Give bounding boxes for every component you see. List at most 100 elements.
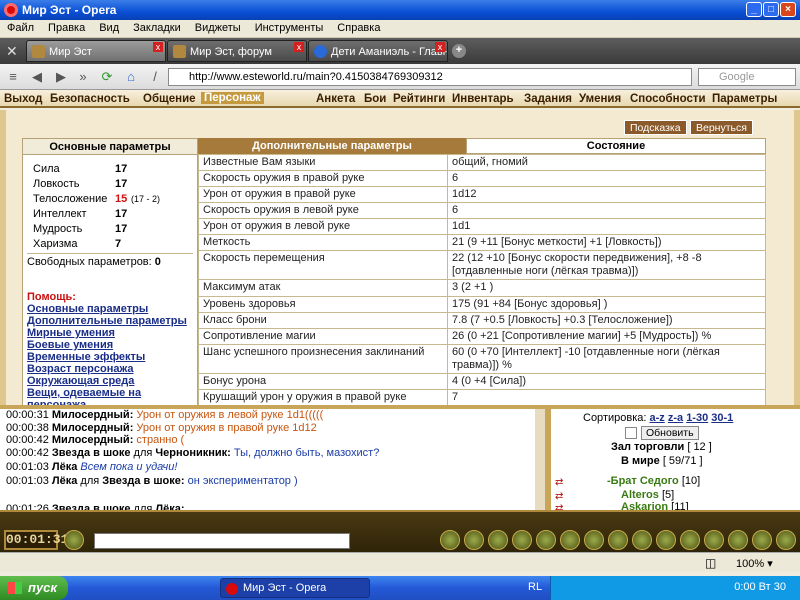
nav-security[interactable]: Безопасность <box>50 93 130 105</box>
game-action-icon[interactable] <box>704 530 724 550</box>
forward-icon[interactable]: ▶ <box>52 68 70 86</box>
game-action-icon[interactable] <box>656 530 676 550</box>
menu-help[interactable]: Справка <box>330 20 387 36</box>
tab-mir-est[interactable]: Мир Эст x <box>26 40 166 62</box>
help-link-age[interactable]: Возраст персонажа <box>27 363 197 375</box>
view-icon[interactable]: ◫ <box>705 556 716 570</box>
search-input[interactable]: Google <box>698 68 796 86</box>
refresh-button[interactable]: Обновить <box>641 426 699 440</box>
close-button[interactable]: × <box>780 2 796 17</box>
help-link-temp-effects[interactable]: Временные эффекты <box>27 351 197 363</box>
arrow-icon[interactable]: ⇄ <box>555 477 563 488</box>
wand-icon[interactable]: / <box>146 68 164 86</box>
nav-abilities[interactable]: Способности <box>630 93 706 105</box>
refresh-checkbox[interactable] <box>625 427 637 439</box>
taskbar: пуск Мир Эст - Opera RL 0:00 Вт 30 <box>0 576 800 600</box>
game-action-icon[interactable] <box>440 530 460 550</box>
param-name: Урон от оружия в правой руке <box>198 186 448 204</box>
help-link-peace-skills[interactable]: Мирные умения <box>27 327 197 339</box>
chat-scrollbar[interactable] <box>535 409 545 510</box>
menu-edit[interactable]: Правка <box>41 20 92 36</box>
menu-bookmarks[interactable]: Закладки <box>126 20 188 36</box>
help-link-combat-skills[interactable]: Боевые умения <box>27 339 197 351</box>
help-link-additional[interactable]: Дополнительные параметры <box>27 315 197 327</box>
param-row: Сопротивление магии 26 (0 +21 [Сопротивле… <box>198 327 766 345</box>
menu-view[interactable]: Вид <box>92 20 126 36</box>
menu-file[interactable]: Файл <box>0 20 41 36</box>
param-name: Крушащий урон у оружия в правой руке <box>198 388 448 407</box>
tab-deti[interactable]: Дети Аманиэль - Главн... x <box>308 40 448 62</box>
sort-30-1[interactable]: 30-1 <box>711 412 733 424</box>
sort-1-30[interactable]: 1-30 <box>686 412 708 424</box>
game-action-icon[interactable] <box>728 530 748 550</box>
nav-parameters[interactable]: Параметры <box>712 93 777 105</box>
nav-profile[interactable]: Анкета <box>316 93 355 105</box>
param-value: 7.8 (7 +0.5 [Ловкость] +0.3 [Телосложени… <box>447 311 766 329</box>
player-row[interactable]: Alteros [5] <box>621 489 674 501</box>
state-tab[interactable]: Состояние <box>466 138 766 154</box>
back-icon[interactable]: ◀ <box>28 68 46 86</box>
nav-inventory[interactable]: Инвентарь <box>452 93 514 105</box>
close-tab-icon[interactable]: x <box>435 42 445 52</box>
nav-battles[interactable]: Бои <box>364 93 386 105</box>
player-row[interactable]: -Брат Седого [10] <box>607 475 700 487</box>
nav-exit[interactable]: Выход <box>4 93 42 105</box>
chat-input[interactable] <box>94 533 350 549</box>
game-action-icon[interactable] <box>680 530 700 550</box>
game-action-icon[interactable] <box>560 530 580 550</box>
home-icon[interactable]: ⌂ <box>122 68 140 86</box>
maximize-button[interactable]: □ <box>763 2 779 17</box>
nav-communication[interactable]: Общение <box>143 93 196 105</box>
chat-line: 00:00:38 Милосердный: Урон от оружия в п… <box>6 422 317 434</box>
opera-icon <box>226 583 238 595</box>
arrow-icon[interactable]: ⇄ <box>555 491 563 502</box>
menu-widgets[interactable]: Виджеты <box>188 20 248 36</box>
sort-za[interactable]: z-a <box>668 412 683 424</box>
param-value: 175 (91 +84 [Бонус здоровья] ) <box>447 295 766 313</box>
new-tab-button[interactable]: + <box>452 44 466 58</box>
param-row: Известные Вам языки общий, гномий <box>198 153 766 172</box>
game-action-icon[interactable] <box>584 530 604 550</box>
sort-az[interactable]: a-z <box>650 412 665 424</box>
game-action-icon[interactable] <box>608 530 628 550</box>
address-toolbar: ≡ ◀ ▶ » ⟳ ⌂ / http://www.esteworld.ru/ma… <box>0 64 800 90</box>
tools-icon[interactable]: ✕ <box>6 43 18 60</box>
menu-tools[interactable]: Инструменты <box>248 20 331 36</box>
additional-params-tab[interactable]: Дополнительные параметры <box>198 138 466 154</box>
help-link-environment[interactable]: Окружающая среда <box>27 375 197 387</box>
menu-icon[interactable]: ≡ <box>4 68 22 86</box>
game-action-icon[interactable] <box>488 530 508 550</box>
help-title: Помощь: <box>27 291 76 303</box>
smile-icon[interactable] <box>64 530 84 550</box>
param-value: 26 (0 +21 [Сопротивление магии] +5 [Мудр… <box>447 327 766 345</box>
hint-button[interactable]: Подсказка <box>624 120 687 135</box>
game-action-icon[interactable] <box>752 530 772 550</box>
chat-line: 00:01:03 Лёка Всем пока и удачи! <box>6 461 178 473</box>
reload-icon[interactable]: ⟳ <box>98 68 116 86</box>
game-action-icon[interactable] <box>536 530 556 550</box>
param-value: общий, гномий <box>447 153 766 172</box>
nav-skills[interactable]: Умения <box>579 93 621 105</box>
game-action-icon[interactable] <box>776 530 796 550</box>
tab-forum[interactable]: Мир Эст, форум x <box>167 40 307 62</box>
minimize-button[interactable]: _ <box>746 2 762 17</box>
close-tab-icon[interactable]: x <box>153 42 163 52</box>
game-action-icon[interactable] <box>464 530 484 550</box>
param-row: Класс брони 7.8 (7 +0.5 [Ловкость] +0.3 [… <box>198 311 766 329</box>
url-field[interactable]: http://www.esteworld.ru/main?0.415038476… <box>168 68 692 86</box>
game-action-icon[interactable] <box>632 530 652 550</box>
language-indicator[interactable]: RL <box>528 581 542 593</box>
nav-quests[interactable]: Задания <box>524 93 572 105</box>
taskbar-item-opera[interactable]: Мир Эст - Opera <box>220 578 370 598</box>
nav-character[interactable]: Персонаж <box>201 92 264 104</box>
system-tray: 0:00 Вт 30 <box>550 576 800 600</box>
fast-forward-icon[interactable]: » <box>74 68 92 86</box>
param-value: 60 (0 +70 [Интеллект] -10 [отдавленные н… <box>447 343 766 374</box>
zoom-level[interactable]: 100% ▾ <box>736 557 773 570</box>
back-button[interactable]: Вернуться <box>690 120 753 135</box>
help-link-main[interactable]: Основные параметры <box>27 303 197 315</box>
nav-ratings[interactable]: Рейтинги <box>393 93 445 105</box>
close-tab-icon[interactable]: x <box>294 42 304 52</box>
game-action-icon[interactable] <box>512 530 532 550</box>
site-favicon-icon <box>32 45 45 58</box>
